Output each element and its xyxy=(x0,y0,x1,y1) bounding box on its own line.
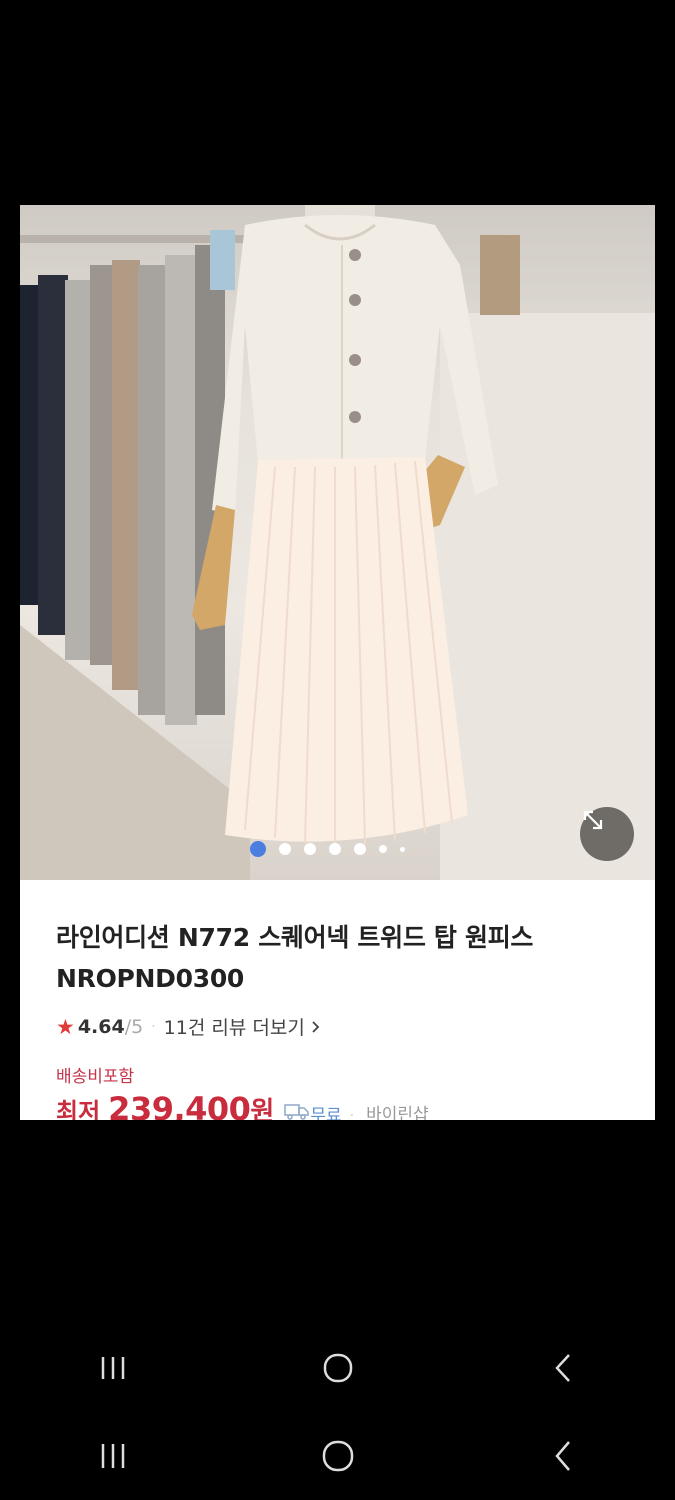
product-model-code: NROPND0300 xyxy=(56,964,245,993)
shipping-included-note: 배송비포함 xyxy=(56,1067,135,1087)
back-button[interactable] xyxy=(533,1433,593,1483)
back-button[interactable] xyxy=(533,1345,593,1395)
carousel-dot[interactable] xyxy=(279,843,291,855)
product-title[interactable]: 라인어디션 N772 스퀘어넥 트위드 탑 원피스 NROPND0300 xyxy=(56,917,636,999)
carousel-dot[interactable] xyxy=(379,845,387,853)
product-info: 라인어디션 N772 스퀘어넥 트위드 탑 원피스 NROPND0300 ★ 4… xyxy=(56,917,636,1120)
product-image[interactable] xyxy=(20,205,655,880)
price-value: 239,400 xyxy=(108,1090,251,1120)
recent-apps-icon xyxy=(98,1355,128,1385)
truck-icon xyxy=(284,1102,310,1120)
system-navigation-bar xyxy=(0,1340,675,1400)
price-label: 최저 xyxy=(56,1098,101,1120)
recent-apps-button[interactable] xyxy=(83,1433,143,1483)
price-row: 최저 239,400 원 무료 · 바이린샵 xyxy=(56,1090,429,1120)
dot-separator: · xyxy=(349,1108,355,1120)
carousel-dot[interactable] xyxy=(354,843,366,855)
home-button[interactable] xyxy=(308,1345,368,1395)
home-button[interactable] xyxy=(308,1433,368,1483)
carousel-dot[interactable] xyxy=(304,843,316,855)
price-unit: 원 xyxy=(250,1097,275,1120)
rating-row: ★ 4.64 /5 · 11건 리뷰 더보기 xyxy=(56,1013,321,1040)
carousel-dot-active[interactable] xyxy=(250,841,266,857)
delivery-label: 무료 xyxy=(310,1106,342,1120)
home-icon xyxy=(322,1352,354,1388)
product-title-line1: 라인어디션 N772 스퀘어넥 트위드 탑 원피스 xyxy=(56,923,534,952)
system-navigation-bar xyxy=(0,1428,675,1488)
product-card: 라인어디션 N772 스퀘어넥 트위드 탑 원피스 NROPND0300 ★ 4… xyxy=(20,205,655,1120)
star-icon: ★ xyxy=(56,1014,75,1039)
recent-apps-icon xyxy=(98,1442,128,1474)
carousel-dot[interactable] xyxy=(329,843,341,855)
reviews-link-label: 11건 리뷰 더보기 xyxy=(163,1017,305,1039)
reviews-link[interactable]: 11건 리뷰 더보기 xyxy=(164,1013,321,1040)
recent-apps-button[interactable] xyxy=(83,1345,143,1395)
carousel-indicator[interactable] xyxy=(250,841,405,857)
carousel-dot[interactable] xyxy=(400,846,405,852)
back-icon xyxy=(553,1352,573,1388)
shop-name[interactable]: 바이린샵 xyxy=(366,1100,429,1120)
rating-max: /5 xyxy=(124,1015,144,1038)
free-delivery-badge: 무료 xyxy=(284,1101,342,1120)
dot-separator: · xyxy=(151,1018,156,1035)
back-icon xyxy=(553,1439,573,1477)
home-icon xyxy=(321,1439,355,1477)
chevron-right-icon xyxy=(311,1017,321,1039)
expand-image-button[interactable] xyxy=(580,807,634,861)
rating-score: 4.64 xyxy=(77,1015,125,1038)
